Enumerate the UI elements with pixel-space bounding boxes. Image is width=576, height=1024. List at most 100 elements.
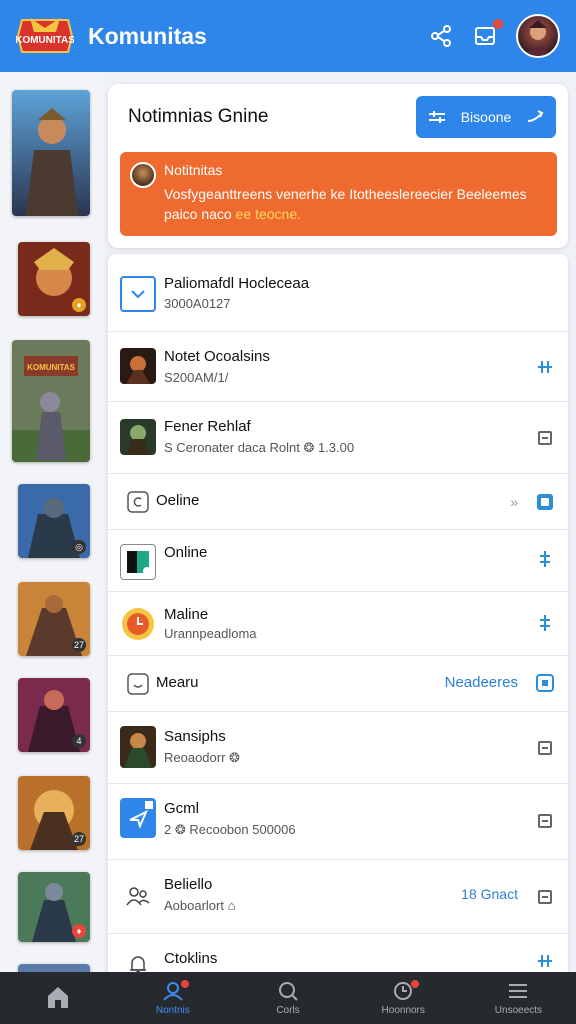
list-item-link[interactable]: 18 Gnact [461,886,518,902]
sort-icon[interactable] [534,950,556,972]
user-avatar[interactable] [516,14,560,58]
inbox-badge [493,19,503,29]
list-item-title: Paliomafdl Hocleceaa [164,275,310,292]
rail-thumbnail[interactable]: 27 [18,776,90,850]
list-item-subtitle: 2 ❂ Recoobon 500006 [164,822,296,837]
group-icon [120,878,156,914]
rail-thumbnail[interactable]: ♦ [18,242,90,316]
bell-icon [120,946,156,974]
send-icon [120,798,156,838]
list-item-link[interactable]: » [510,494,518,510]
game-thumbnail-icon [120,419,156,455]
more-icon[interactable] [534,427,556,449]
status-toggle-icon[interactable] [534,672,556,694]
shuffle-icon [527,110,544,122]
list-item-subtitle: S200AM/1/ [164,370,229,385]
list-item[interactable]: Fener Rehlaf S Ceronater daca Rolnt ❂ 1.… [108,402,568,474]
list-item-title: Beliello [164,876,213,893]
list-item-title: Ctoklins [164,950,218,967]
rail-thumbnail[interactable]: 27 [18,582,90,656]
alert-avatar [130,162,156,188]
status-icon [120,484,156,520]
nav-search[interactable]: Corls [230,972,345,1024]
list-item[interactable]: Maline Urannpeadloma [108,592,568,656]
card-title: Notimnias Gnine [128,106,269,127]
list-item-subtitle: S Ceronater daca Rolnt ❂ 1.3.00 [164,440,355,455]
thumbnail-badge: 4 [72,734,86,748]
more-icon[interactable] [534,737,556,759]
rail-thumbnail[interactable]: ♦ [18,872,90,942]
home-icon [47,986,68,1008]
list-item-link[interactable]: Neadeeres [445,674,518,691]
list-item[interactable]: Ctoklins [108,934,568,974]
nav-menu[interactable]: Unsoeects [461,972,576,1024]
alert-body: Vosfygeanttreens venerhe ke Itotheeslere… [164,184,545,224]
list-item-subtitle: Reoaodorr ❂ [164,750,240,765]
nav-notifications[interactable]: Hoonnors [346,972,461,1024]
alert-highlight: ee teocne. [235,206,301,222]
list-item[interactable]: Online [108,530,568,592]
list-item-subtitle: Aoboarlort ⌂ [164,898,236,913]
nav-label: Unsoeects [494,1005,543,1016]
nav-community[interactable]: Nontnis [115,972,230,1024]
app-header: KOMUNITAS Komunitas [0,0,576,72]
inbox-icon[interactable] [470,19,503,51]
more-icon[interactable] [534,886,556,908]
search-icon [279,982,298,1001]
thumbnail-caption: KOMUNITAS [27,363,76,372]
rail-thumbnail-partial[interactable] [18,964,90,972]
app-icon [120,544,156,580]
rail-thumbnail[interactable]: ◎ [18,484,90,558]
list-item[interactable]: Gcml 2 ❂ Recoobon 500006 [108,784,568,860]
feature-card: Notimnias Gnine Bisoone Notitnitas Vosfy… [108,84,568,248]
app-title: Komunitas [88,22,207,49]
game-thumbnail-rail: ♦ KOMUNITAS ◎ 27 4 27 ♦ [0,72,104,972]
nav-label: Hoonnors [381,1005,425,1016]
game-thumbnail-icon [120,348,156,384]
thumbnail-badge: 27 [71,832,86,846]
notification-alert[interactable]: Notitnitas Vosfygeanttreens venerhe ke I… [120,152,557,236]
sort-icon[interactable] [534,548,556,570]
rail-thumbnail[interactable] [12,90,90,216]
list-item-title: Online [164,544,208,561]
smile-icon [120,666,156,702]
clock-icon [120,606,156,642]
rail-thumbnail[interactable]: 4 [18,678,90,752]
list-item[interactable]: Beliello Aoboarlort ⌂ 18 Gnact [108,860,568,934]
thumbnail-badge: ♦ [72,924,86,938]
thumbnail-badge: ◎ [72,540,86,554]
list-item-title: Oeline [156,492,200,509]
alert-title: Notitnitas [164,162,223,178]
alert-body-line: Vosfygeanttreens venerhe ke Itotheeslere… [164,186,527,202]
list-item-title: Sansiphs [164,728,226,745]
check-icon [120,276,156,312]
list-item-title: Mearu [156,674,199,691]
sort-icon[interactable] [534,356,556,378]
list-item-subtitle: 3000A0127 [164,296,231,311]
list-item-subtitle: Urannpeadloma [164,626,257,641]
list-item-title: Gcml [164,800,199,817]
app-logo[interactable]: KOMUNITAS [16,16,74,56]
list-item[interactable]: Oeline » [108,474,568,530]
alert-body-prefix: paico naco [164,206,236,222]
thumbnail-badge: 27 [71,638,86,652]
list-item[interactable]: Sansiphs Reoaodorr ❂ [108,712,568,784]
list-item-title: Maline [164,606,209,623]
list-item[interactable]: Paliomafdl Hocleceaa 3000A0127 [108,254,568,332]
more-icon[interactable] [534,810,556,832]
list-item[interactable]: Mearu Neadeeres [108,656,568,712]
sort-icon[interactable] [534,612,556,634]
list-item-title: Fener Rehlaf [164,418,251,435]
nav-home[interactable] [0,972,115,1024]
primary-action-button[interactable]: Bisoone [416,96,556,138]
rail-thumbnail[interactable]: KOMUNITAS [12,340,90,462]
status-toggle-icon[interactable] [534,491,556,513]
nav-label: Nontnis [155,1005,190,1016]
share-icon[interactable] [426,21,456,51]
menu-icon [509,984,528,998]
primary-action-label: Bisoone [460,109,512,125]
list-item[interactable]: Notet Ocoalsins S200AM/1/ [108,332,568,402]
nav-badge [411,980,420,988]
nav-badge [180,980,189,988]
community-list: Paliomafdl Hocleceaa 3000A0127 Notet Oco… [108,254,568,974]
